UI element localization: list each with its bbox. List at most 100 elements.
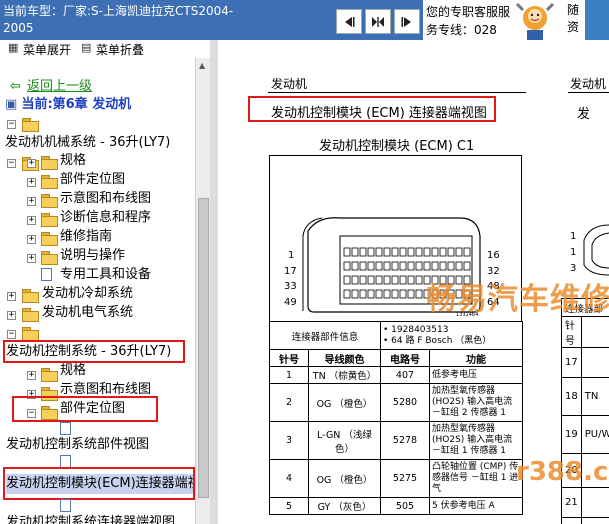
tree-item-diagnostics[interactable]: 诊断信息和程序: [60, 208, 151, 228]
figure-title: 发动机控制模块 (ECM) 连接器端视图: [271, 106, 487, 121]
pin-hole: [375, 289, 383, 299]
tree-item-spec-2[interactable]: 规格: [60, 361, 86, 381]
car-model-label: 当前车型：厂家:S-上海凯迪拉克CTS2004-2005: [3, 4, 234, 35]
folder-icon: [41, 213, 58, 227]
expand-toggle[interactable]: +: [7, 292, 16, 301]
tree-item-electrical[interactable]: 发动机电气系统: [42, 303, 133, 323]
menu-toolbar: ▦ 菜单展开 ▤ 菜单折叠: [0, 40, 210, 58]
function-cell: 加热型氧传感器 (HO2S) 输入高电流 －缸组 1 传感器 1: [429, 421, 523, 460]
highlight-box: [12, 396, 158, 422]
expand-toggle[interactable]: +: [27, 235, 36, 244]
pin-hole: [359, 275, 367, 285]
info-label-cell: 连接器部件信息: [269, 321, 381, 350]
toggle-page-button[interactable]: [365, 9, 391, 34]
expand-menu-button[interactable]: 菜单展开: [23, 41, 71, 58]
expand-toggle[interactable]: +: [7, 311, 16, 320]
collapse-toggle[interactable]: −: [7, 330, 16, 339]
expand-toggle[interactable]: +: [27, 178, 36, 187]
tree-item-description[interactable]: 说明与操作: [60, 246, 125, 266]
tree-item-tools[interactable]: 专用工具和设备: [60, 265, 151, 285]
tree-item-component-views[interactable]: 发动机控制系统部件视图: [6, 435, 149, 455]
nav-tree: ⇦ 返回上一级 ▣ 当前:第6章 发动机 − 发动机机械系统 - 36升(LY7…: [0, 58, 195, 524]
highlight-box: [3, 467, 195, 500]
folder-icon: [22, 289, 39, 303]
watermark: 畅易汽车维修: [426, 282, 609, 317]
collapse-menu-button[interactable]: 菜单折叠: [96, 41, 144, 58]
collapse-toggle[interactable]: −: [7, 120, 16, 129]
figure-title-right: 发: [577, 107, 591, 122]
pin-hole: [375, 247, 383, 257]
pin-hole: [383, 289, 391, 299]
function-cell: 加热型氧传感器 (HO2S) 输入高电流 －缸组 2 传感器 1: [429, 383, 523, 422]
pin-hole: [455, 247, 463, 257]
pin-hole: [391, 275, 399, 285]
app-window: 当前车型：厂家:S-上海凯迪拉克CTS2004-2005 您的专职客服服务专线：…: [0, 0, 609, 524]
tree-item-engine-mech[interactable]: 发动机机械系统 - 36升(LY7): [5, 133, 170, 153]
prev-page-button[interactable]: [336, 9, 362, 34]
pin-hole: [343, 247, 351, 257]
scroll-up-icon[interactable]: ▲: [199, 61, 205, 70]
expand-toggle[interactable]: +: [27, 159, 36, 168]
service-hotline-text: 您的专职客服服务专线：028: [423, 0, 511, 40]
table-row: 3 L-GN （浅绿色） 5278 加热型氧传感器 (HO2S) 输入高电流 －…: [269, 421, 523, 460]
expand-toggle[interactable]: +: [27, 254, 36, 263]
tree-scrollbar[interactable]: ▲: [195, 58, 210, 524]
book-icon: ▣: [5, 97, 18, 112]
table-row: 2 OG （橙色） 5280 加热型氧传感器 (HO2S) 输入高电流 －缸组 …: [269, 383, 523, 422]
pin-cell: 3: [269, 421, 309, 460]
document-icon: [60, 499, 71, 512]
table-row: 17: [561, 347, 609, 378]
pin-hole: [383, 261, 391, 271]
pane-splitter[interactable]: [210, 40, 218, 524]
folder-icon: [22, 327, 39, 341]
function-cell: 凸轮轴位置 (CMP) 传感器信号 －缸组 1 进气: [429, 459, 523, 498]
expand-toggle[interactable]: +: [27, 197, 36, 206]
svg-text:3: 3: [570, 263, 576, 274]
info-value: • 1928403513: [383, 324, 449, 335]
pin-hole: [367, 247, 375, 257]
tree-item-cooling[interactable]: 发动机冷却系统: [42, 284, 133, 304]
pin-hole: [415, 261, 423, 271]
scroll-thumb[interactable]: [198, 198, 209, 498]
pin-hole: [359, 247, 367, 257]
tree-item-connector-views[interactable]: 发动机控制系统连接器端视图: [6, 513, 175, 524]
pin-hole: [383, 247, 391, 257]
pin-label: 16: [487, 250, 500, 261]
pin-label: 49: [284, 297, 297, 308]
pin-cell: 1: [269, 366, 309, 384]
watermark-url: r388.co: [516, 457, 609, 487]
table-row: 5 GY （灰色） 505 5 伏参考电压 A: [269, 497, 523, 515]
vertical-banner-text: 随资: [567, 3, 580, 34]
pin-hole: [423, 261, 431, 271]
vertical-banner-stripe: [585, 0, 609, 40]
tree-item-repair[interactable]: 维修指南: [60, 227, 112, 247]
pin-hole: [431, 261, 439, 271]
pin-hole: [391, 289, 399, 299]
back-link[interactable]: ⇦ 返回上一级: [10, 77, 92, 97]
pin-hole: [375, 261, 383, 271]
expand-toggle[interactable]: +: [27, 216, 36, 225]
circuit-cell: 407: [380, 366, 430, 384]
pin-hole: [463, 261, 471, 271]
folder-icon: [41, 194, 58, 208]
pin-hole: [343, 275, 351, 285]
color-cell: TN （棕黄色）: [308, 366, 381, 384]
diagram-title: 发动机控制模块 (ECM) C1: [319, 139, 475, 154]
folder-icon: [22, 118, 39, 132]
next-arrow-icon: [401, 16, 411, 27]
tree-item-spec[interactable]: 规格: [60, 151, 86, 171]
expand-menu-icon: ▦: [8, 41, 19, 54]
pin-hole: [383, 275, 391, 285]
pin-hole: [391, 261, 399, 271]
tree-item-schematics[interactable]: 示意图和布线图: [60, 189, 151, 209]
prev-arrow-icon: [345, 16, 355, 27]
collapse-toggle[interactable]: −: [7, 159, 16, 168]
pin-hole: [399, 247, 407, 257]
tree-item-locations[interactable]: 部件定位图: [60, 170, 125, 190]
table-row: 18 TN: [561, 377, 609, 416]
double-arrow-icon: [372, 16, 384, 27]
expand-toggle[interactable]: +: [27, 371, 36, 380]
current-chapter: ▣ 当前:第6章 发动机: [5, 95, 131, 115]
next-page-button[interactable]: [394, 9, 420, 34]
table-row: 22: [561, 517, 609, 524]
